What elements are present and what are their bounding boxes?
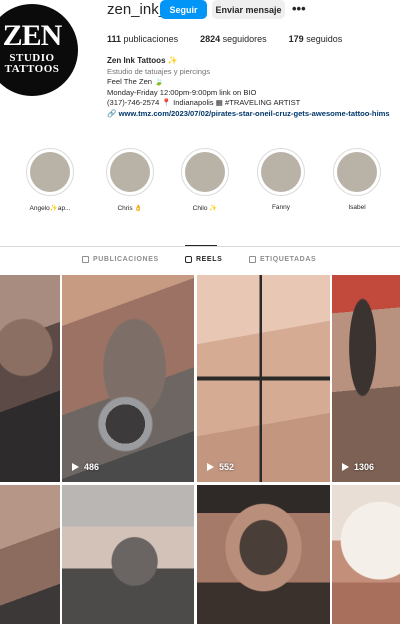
bio-line-3: (317)-746-2574 📍 Indianapolis ▦ #TRAVELI… — [107, 98, 399, 109]
highlight-ring — [26, 148, 74, 196]
reel-thumbnail[interactable] — [197, 485, 330, 624]
highlight-ring — [257, 148, 305, 196]
play-icon — [72, 463, 79, 471]
bio-tag: #TRAVELING ARTIST — [225, 98, 301, 108]
posts-stat: 111 publicaciones — [107, 34, 178, 44]
posts-label: publicaciones — [123, 34, 179, 44]
location-pin-icon: 📍 — [161, 98, 171, 108]
story-highlight[interactable]: Angelo✨ap... — [26, 148, 74, 212]
reel-thumbnail[interactable] — [0, 275, 60, 482]
highlight-ring — [181, 148, 229, 196]
tab-etiquetadas[interactable]: ETIQUETADAS — [249, 256, 316, 263]
avatar-text: ZEN — [2, 19, 63, 52]
play-icon — [342, 463, 349, 471]
view-count-text: 486 — [84, 462, 100, 472]
reel-view-count: 1306 — [342, 462, 374, 472]
highlight-ring — [333, 148, 381, 196]
followers-label: seguidores — [222, 34, 267, 44]
reel-view-count: 486 — [72, 462, 99, 472]
follow-button[interactable]: Seguir — [160, 0, 207, 19]
profile-username: zen_ink_ — [107, 1, 168, 18]
reel-thumbnail[interactable]: 486 — [62, 275, 194, 482]
posts-count: 111 — [107, 34, 122, 44]
highlight-cover — [30, 152, 70, 192]
following-count: 179 — [288, 34, 304, 44]
play-icon — [207, 463, 214, 471]
highlight-label: Fanny — [271, 204, 291, 211]
reel-thumbnail[interactable]: 552 — [197, 275, 330, 482]
followers-stat[interactable]: 2824 seguidores — [200, 34, 267, 44]
followers-count: 2824 — [200, 34, 221, 44]
highlight-label: Chilo ✨ — [192, 205, 218, 212]
tab-reels[interactable]: REELS — [185, 256, 222, 263]
tab-label: ETIQUETADAS — [260, 256, 317, 263]
profile-stats: 111 publicaciones 2824 seguidores 179 se… — [107, 34, 364, 44]
bio-link[interactable]: 🔗 www.tmz.com/2023/07/02/pirates-star-on… — [107, 109, 399, 120]
highlight-label: Isabel — [348, 204, 366, 211]
bio-line-1: Feel The Zen 🍃 — [107, 77, 164, 87]
highlight-cover — [185, 152, 225, 192]
avatar-subtext-2: TATTOOS — [4, 63, 60, 75]
highlight-label: Chris 👌 — [117, 205, 143, 212]
grid-posts-icon — [82, 256, 89, 263]
story-highlight[interactable]: Fanny — [257, 148, 305, 211]
reel-view-count: 552 — [207, 462, 234, 472]
bio-name: Zen Ink Tattoos ✨ — [107, 56, 178, 65]
link-icon: 🔗 — [107, 108, 117, 118]
send-message-button[interactable]: Enviar mensaje — [212, 0, 285, 19]
highlight-ring — [106, 148, 154, 196]
bio-link-text: www.tmz.com/2023/07/02/pirates-star-onei… — [118, 108, 390, 118]
story-highlight[interactable]: Chilo ✨ — [181, 148, 229, 212]
active-tab-indicator — [185, 245, 217, 246]
profile-bio: Zen Ink Tattoos ✨ Estudio de tatuajes y … — [107, 56, 399, 120]
highlight-cover — [110, 152, 150, 192]
reel-thumbnail[interactable]: 1306 — [332, 275, 400, 482]
bio-line-2: Monday-Friday 12:00pm-9:00pm link on BIO — [107, 87, 257, 97]
tabs-divider — [0, 246, 400, 247]
tab-label: PUBLICACIONES — [93, 256, 159, 263]
tab-publicaciones[interactable]: PUBLICACIONES — [82, 256, 159, 263]
bio-phone: (317)-746-2574 — [107, 98, 160, 108]
view-count-text: 552 — [219, 462, 235, 472]
story-highlight[interactable]: Isabel — [333, 148, 381, 211]
following-label: seguidos — [306, 34, 343, 44]
bio-location: Indianapolis — [173, 98, 214, 108]
reel-thumbnail[interactable] — [332, 485, 400, 624]
story-highlight[interactable]: Chris 👌 — [106, 148, 154, 212]
highlight-cover — [261, 152, 301, 192]
more-options-icon[interactable]: ••• — [292, 1, 306, 16]
following-stat[interactable]: 179 seguidos — [289, 34, 343, 44]
highlight-cover — [337, 152, 377, 192]
reel-thumbnail[interactable] — [62, 485, 194, 624]
highlight-label: Angelo✨ap... — [29, 205, 71, 212]
view-count-text: 1306 — [354, 462, 375, 472]
grid-icon: ▦ — [215, 98, 223, 108]
tab-label: REELS — [196, 256, 223, 263]
profile-avatar[interactable]: ZEN STUDIO TATTOOS — [0, 4, 78, 96]
tagged-icon — [249, 256, 256, 263]
reel-thumbnail[interactable] — [0, 485, 60, 624]
reels-icon — [185, 256, 192, 263]
bio-category: Estudio de tatuajes y piercings — [107, 66, 210, 76]
